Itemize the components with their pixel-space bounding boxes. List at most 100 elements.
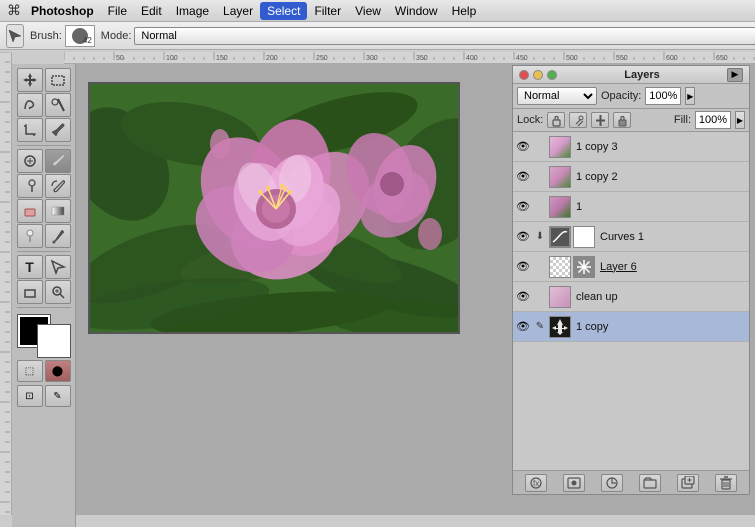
visibility-curves1[interactable]: 👁	[515, 229, 531, 245]
gradient-tool[interactable]	[45, 199, 71, 223]
tool-row-9	[17, 280, 71, 304]
magic-wand-tool[interactable]	[45, 93, 71, 117]
layer-item-1copy3[interactable]: 👁 1 copy 3	[513, 132, 749, 162]
healing-brush-tool[interactable]	[17, 149, 43, 173]
thumb-1copy	[549, 316, 571, 338]
quick-mask-mode[interactable]: ⬤	[45, 360, 71, 382]
visibility-1copy3[interactable]: 👁	[515, 139, 531, 155]
crop-tool[interactable]	[17, 118, 43, 142]
layer-item-layer6[interactable]: 👁 Layer 6	[513, 252, 749, 282]
visibility-layer6[interactable]: 👁	[515, 259, 531, 275]
bottom-tools: ⊡ ✎	[17, 385, 71, 407]
layer-fx-button[interactable]: fx	[525, 474, 547, 492]
tool-row-2	[17, 93, 71, 117]
new-layer-button[interactable]	[677, 474, 699, 492]
visibility-1copy[interactable]: 👁	[515, 319, 531, 335]
menu-image[interactable]: Image	[169, 2, 216, 20]
mode-select[interactable]: Normal Multiply Screen	[134, 27, 755, 45]
text-tool[interactable]: T	[17, 255, 43, 279]
link-1copy[interactable]: ✎	[533, 319, 547, 335]
lock-image-btn[interactable]	[569, 112, 587, 128]
lock-position-btn[interactable]	[591, 112, 609, 128]
edit-btn[interactable]: ✎	[45, 385, 71, 407]
ruler-vertical	[0, 52, 12, 515]
link-1	[533, 199, 547, 215]
menu-layer[interactable]: Layer	[216, 2, 260, 20]
panel-menu-button[interactable]: ▶	[727, 68, 743, 82]
history-brush-tool[interactable]	[45, 174, 71, 198]
standard-mode[interactable]: ⬚	[17, 360, 43, 382]
layer-item-1copy2[interactable]: 👁 1 copy 2	[513, 162, 749, 192]
layer-item-cleanup[interactable]: 👁 clean up	[513, 282, 749, 312]
delete-layer-button[interactable]	[715, 474, 737, 492]
fullscreen-btn[interactable]: ⊡	[17, 385, 43, 407]
menu-bar: ⌘ Photoshop File Edit Image Layer Select…	[0, 0, 755, 22]
tool-row-5	[17, 174, 71, 198]
tool-row-6	[17, 199, 71, 223]
menu-help[interactable]: Help	[445, 2, 484, 20]
menu-filter[interactable]: Filter	[307, 2, 348, 20]
apple-menu[interactable]: ⌘	[4, 0, 24, 22]
layer-item-curves1[interactable]: 👁 ⬇ Curves 1	[513, 222, 749, 252]
fill-arrow[interactable]: ▶	[735, 111, 745, 129]
visibility-1copy2[interactable]: 👁	[515, 169, 531, 185]
lock-transparent-btn[interactable]	[547, 112, 565, 128]
current-tool-icon[interactable]	[6, 24, 24, 48]
layer-name-cleanup: clean up	[573, 291, 747, 303]
path-select-tool[interactable]	[45, 255, 71, 279]
brush-tool[interactable]	[45, 149, 71, 173]
thumb-layer6	[549, 256, 571, 278]
minimize-button[interactable]	[533, 70, 543, 80]
visibility-cleanup[interactable]: 👁	[515, 289, 531, 305]
close-button[interactable]	[519, 70, 529, 80]
move-tool[interactable]	[17, 68, 43, 92]
layer-opacity-input[interactable]	[645, 87, 681, 105]
link-curves1[interactable]: ⬇	[533, 229, 547, 245]
maximize-button[interactable]	[547, 70, 557, 80]
thumb-1copy2	[549, 166, 571, 188]
panel-bottom-bar: fx	[513, 470, 749, 494]
fill-label: Fill:	[674, 114, 691, 126]
layer-item-1copy[interactable]: 👁 ✎ 1 copy	[513, 312, 749, 342]
pen-tool[interactable]	[45, 224, 71, 248]
svg-text:550: 550	[616, 55, 628, 62]
tool-row-4	[17, 149, 71, 173]
svg-text:400: 400	[466, 55, 478, 62]
thumb-curves1	[549, 226, 571, 248]
eyedropper-tool[interactable]	[45, 118, 71, 142]
layer-name-1copy3: 1 copy 3	[573, 141, 747, 153]
mode-label: Mode:	[101, 30, 132, 42]
clone-stamp-tool[interactable]	[17, 174, 43, 198]
link-1copy3	[533, 139, 547, 155]
layer-adjustment-button[interactable]	[601, 474, 623, 492]
eraser-tool[interactable]	[17, 199, 43, 223]
color-picker[interactable]	[18, 315, 70, 357]
layer-mask-button[interactable]	[563, 474, 585, 492]
dodge-tool[interactable]	[17, 224, 43, 248]
menu-edit[interactable]: Edit	[134, 2, 169, 20]
menu-photoshop[interactable]: Photoshop	[24, 2, 101, 20]
layer-mode-select[interactable]: Normal Multiply Screen Overlay	[517, 87, 597, 105]
svg-text:fx: fx	[533, 479, 539, 488]
menu-select[interactable]: Select	[260, 2, 307, 20]
background-color[interactable]	[38, 325, 70, 357]
shape-tool[interactable]	[17, 280, 43, 304]
lasso-tool[interactable]	[17, 93, 43, 117]
layer-item-1[interactable]: 👁 1	[513, 192, 749, 222]
menu-file[interactable]: File	[101, 2, 134, 20]
brush-size: 42	[83, 36, 92, 45]
menu-view[interactable]: View	[348, 2, 388, 20]
zoom-tool[interactable]	[45, 280, 71, 304]
layer-name-curves1: Curves 1	[597, 231, 747, 243]
lock-label: Lock:	[517, 114, 543, 126]
menu-window[interactable]: Window	[388, 2, 445, 20]
marquee-tool[interactable]	[45, 68, 71, 92]
tool-row-3	[17, 118, 71, 142]
visibility-1[interactable]: 👁	[515, 199, 531, 215]
layer-opacity-arrow[interactable]: ▶	[685, 87, 695, 105]
lock-all-btn[interactable]	[613, 112, 631, 128]
layer-group-button[interactable]	[639, 474, 661, 492]
fill-input[interactable]	[695, 111, 731, 129]
brush-preview[interactable]: 42	[65, 25, 95, 47]
layer-name-layer6: Layer 6	[597, 261, 747, 273]
